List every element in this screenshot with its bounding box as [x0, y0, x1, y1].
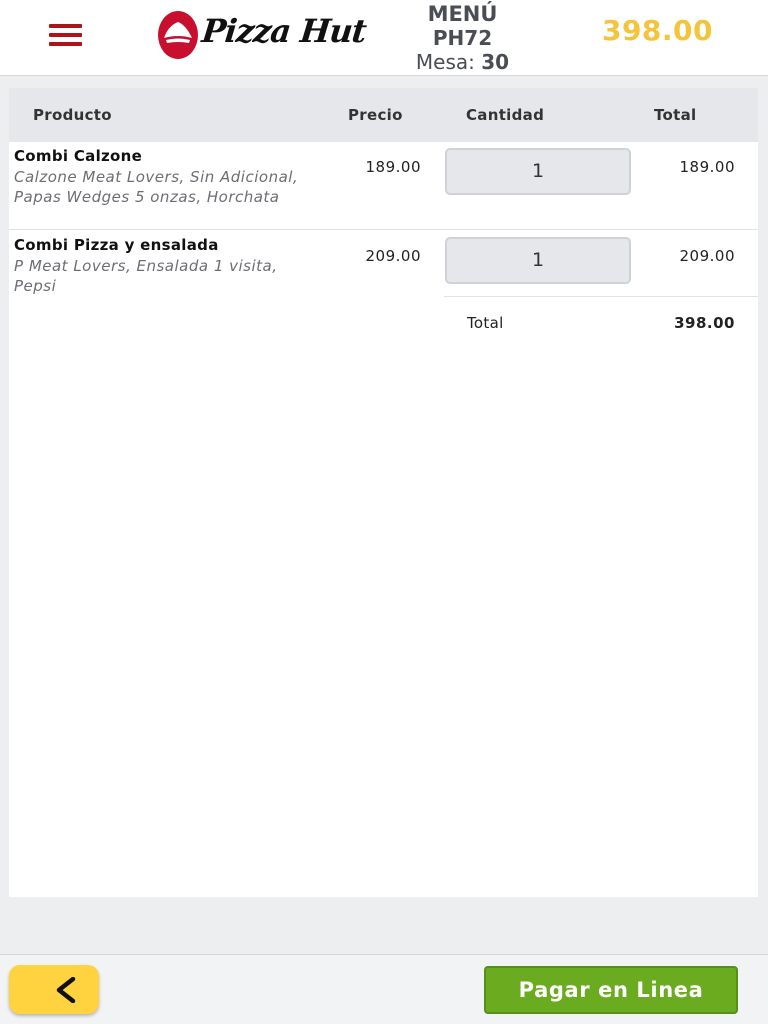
- product-price: 209.00: [365, 247, 421, 265]
- product-price: 189.00: [365, 158, 421, 176]
- footer-bar: Pagar en Linea: [0, 954, 768, 1024]
- line-total: 209.00: [679, 247, 735, 265]
- product-description: P Meat Lovers, Ensalada 1 visita, Pepsi: [14, 257, 278, 295]
- line-total: 189.00: [679, 158, 735, 176]
- table-number: 30: [481, 50, 510, 74]
- table-indicator: Mesa: 30: [390, 50, 535, 74]
- quantity-input[interactable]: 1: [445, 237, 631, 284]
- pizza-hut-roof-icon: [158, 11, 198, 59]
- back-button[interactable]: [9, 965, 99, 1014]
- hamburger-line: [49, 33, 82, 37]
- pay-online-button[interactable]: Pagar en Linea: [484, 966, 738, 1014]
- store-code: PH72: [432, 26, 493, 50]
- column-header-producto: Producto: [33, 106, 112, 124]
- product-name: Combi Calzone: [14, 147, 143, 165]
- total-divider: [444, 296, 758, 297]
- order-table: Producto Precio Cantidad Total Combi Cal…: [9, 88, 758, 897]
- order-total-value: 398.00: [674, 314, 735, 332]
- column-header-cantidad: Cantidad: [466, 106, 545, 124]
- quantity-input[interactable]: 1: [445, 148, 631, 195]
- table-row: Combi Calzone Calzone Meat Lovers, Sin A…: [9, 142, 758, 230]
- product-description: Calzone Meat Lovers, Sin Adicional, Papa…: [14, 168, 299, 206]
- column-header-total: Total: [654, 106, 697, 124]
- product-name: Combi Pizza y ensalada: [14, 236, 219, 254]
- column-header-precio: Precio: [348, 106, 403, 124]
- order-total-label: Total: [467, 314, 504, 332]
- cart-total: 398.00: [601, 14, 714, 47]
- menu-info: MENÚ PH72 Mesa: 30: [390, 2, 535, 74]
- pizza-hut-logo: Pizza Hut: [156, 8, 368, 62]
- table-label: Mesa:: [415, 50, 475, 74]
- table-row: Combi Pizza y ensalada P Meat Lovers, En…: [9, 231, 758, 297]
- hamburger-menu-icon[interactable]: [49, 24, 82, 46]
- menu-title: MENÚ: [427, 2, 498, 26]
- hamburger-line: [49, 24, 82, 28]
- chevron-left-icon: [56, 977, 76, 1003]
- hamburger-line: [49, 42, 82, 46]
- brand-wordmark: Pizza Hut: [200, 12, 368, 50]
- app-header: Pizza Hut MENÚ PH72 Mesa: 30 398.00: [0, 0, 768, 76]
- table-header: Producto Precio Cantidad Total: [9, 88, 758, 142]
